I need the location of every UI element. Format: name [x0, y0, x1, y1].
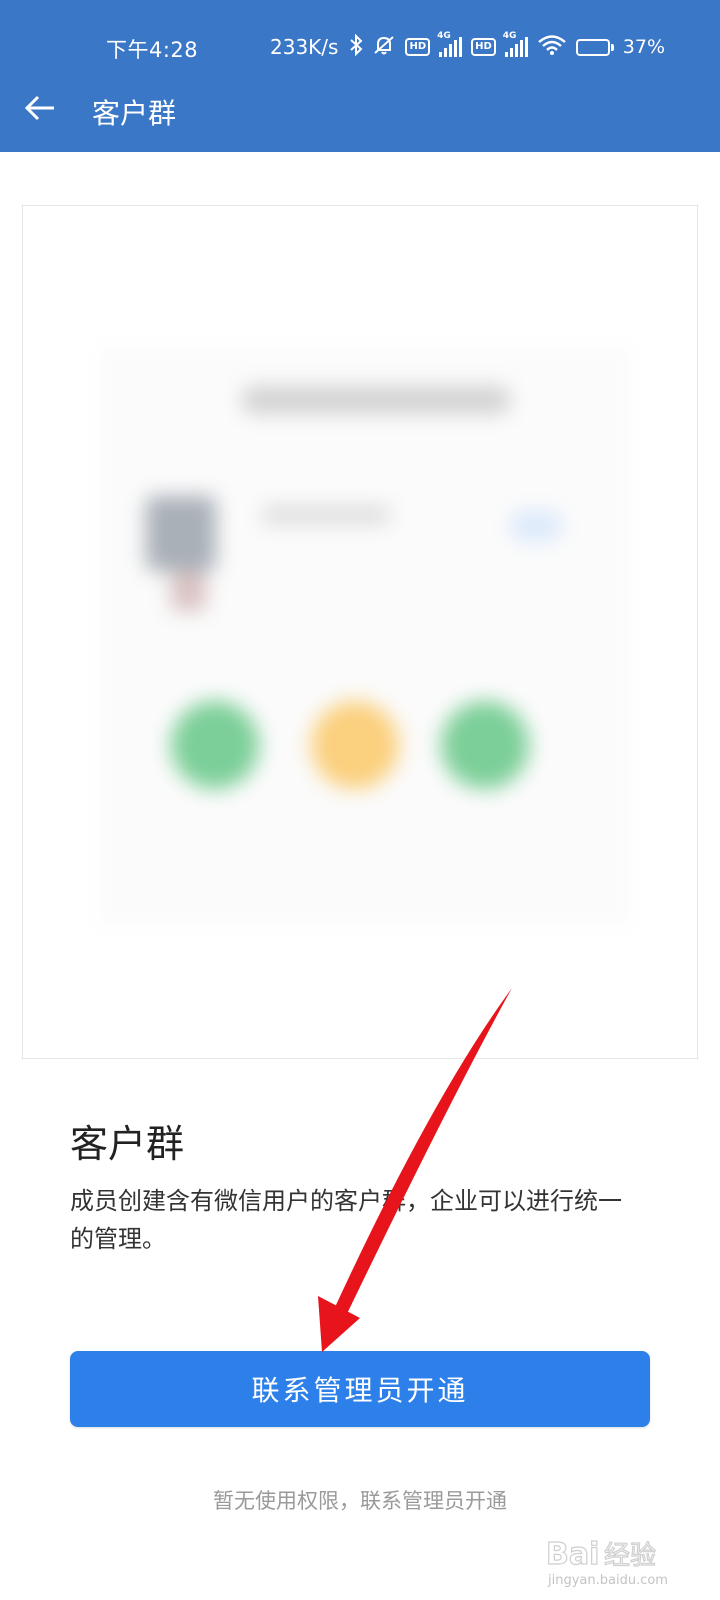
battery-percent: 37% — [622, 36, 666, 58]
contact-admin-button[interactable]: 联系管理员开通 — [70, 1351, 650, 1427]
feature-title: 客户群 — [70, 1122, 185, 1166]
hd-badge: HD — [405, 38, 431, 56]
blurred-preview-image — [101, 346, 631, 926]
signal-icon: 4G — [437, 31, 463, 57]
network-speed: 233K/s — [270, 35, 339, 59]
arrow-left-icon — [24, 94, 56, 126]
wifi-icon — [537, 34, 567, 61]
hd-badge-2: HD — [471, 38, 496, 56]
permission-hint: 暂无使用权限，联系管理员开通 — [213, 1489, 507, 1513]
svg-text:jingyan.baidu.com: jingyan.baidu.com — [547, 1573, 668, 1588]
watermark-logo: Bai 经验 jingyan.baidu.com — [545, 1528, 686, 1588]
feature-description: 成员创建含有微信用户的客户群，企业可以进行统一的管理。 — [70, 1187, 622, 1253]
battery-icon — [575, 38, 614, 56]
bluetooth-icon — [349, 33, 363, 61]
page-title: 客户群 — [92, 97, 177, 130]
mute-bell-icon — [372, 34, 396, 61]
feature-preview-card — [22, 205, 698, 1059]
app-header: 下午4:28 233K/s HD 4G HD 4G 37% 客户群 — [0, 0, 720, 152]
signal-icon-2: 4G — [503, 31, 528, 57]
nav-bar: 客户群 — [0, 80, 720, 152]
svg-text:经验: 经验 — [604, 1541, 656, 1571]
status-icons: 233K/s HD 4G HD 4G 37% — [270, 31, 666, 62]
status-time: 下午4:28 — [106, 38, 199, 62]
back-button[interactable] — [18, 88, 62, 132]
svg-text:Bai: Bai — [546, 1537, 599, 1572]
